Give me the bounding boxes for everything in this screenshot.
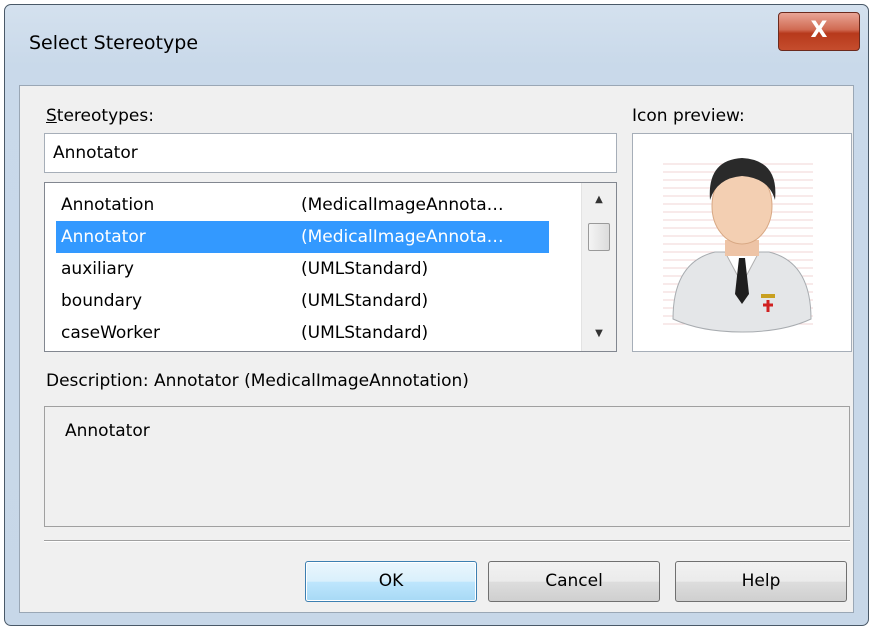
list-item-selected[interactable]: Annotator (MedicalImageAnnota… [56, 221, 549, 253]
stereotype-name: auxiliary [61, 259, 134, 279]
scroll-down-arrow-icon[interactable]: ▼ [582, 317, 616, 351]
list-item[interactable]: Annotation (MedicalImageAnnota… [56, 189, 549, 221]
close-icon: X [810, 18, 828, 43]
description-box: Annotator [44, 406, 850, 527]
list-item[interactable]: auxiliary (UMLStandard) [56, 253, 549, 285]
scroll-up-arrow-icon[interactable]: ▲ [582, 183, 616, 217]
title-bar[interactable]: Select Stereotype X [5, 5, 868, 83]
icon-preview-label: Icon preview: [632, 106, 745, 126]
stereotype-search-input[interactable] [44, 133, 617, 173]
stereotype-profile: (MedicalImageAnnota… [301, 227, 504, 247]
close-button[interactable]: X [778, 12, 860, 51]
scrollbar-thumb[interactable] [588, 223, 610, 251]
stereotype-profile: (MedicalImageAnnota… [301, 195, 504, 215]
stereotype-profile: (UMLStandard) [301, 259, 429, 279]
ok-button[interactable]: OK [305, 561, 477, 602]
list-item[interactable]: caseWorker (UMLStandard) [56, 317, 549, 349]
dialog-title: Select Stereotype [29, 32, 199, 54]
list-item[interactable]: boundary (UMLStandard) [56, 285, 549, 317]
cancel-button[interactable]: Cancel [488, 561, 660, 602]
doctor-icon [663, 158, 813, 333]
icon-preview-box [632, 133, 852, 352]
vertical-scrollbar[interactable]: ▲ ▼ [581, 183, 616, 351]
select-stereotype-dialog: Select Stereotype X Stereotypes: Annotat… [4, 4, 869, 626]
dialog-body: Stereotypes: Annotation (MedicalImageAnn… [19, 85, 854, 613]
stereotypes-label: Stereotypes: [46, 106, 154, 126]
help-button[interactable]: Help [675, 561, 847, 602]
divider [44, 540, 850, 542]
stereotype-name: caseWorker [61, 323, 160, 343]
stereotype-list[interactable]: Annotation (MedicalImageAnnota… Annotato… [44, 182, 617, 352]
stereotype-name: Annotator [61, 227, 146, 247]
stereotypes-label-mnemonic: S [46, 106, 57, 126]
stereotype-name: boundary [61, 291, 142, 311]
description-label: Description: Annotator (MedicalImageAnno… [46, 371, 469, 391]
stereotype-profile: (UMLStandard) [301, 323, 429, 343]
description-text: Annotator [65, 421, 150, 441]
stereotype-name: Annotation [61, 195, 155, 215]
stereotypes-label-text: tereotypes: [56, 106, 154, 126]
stereotype-profile: (UMLStandard) [301, 291, 429, 311]
